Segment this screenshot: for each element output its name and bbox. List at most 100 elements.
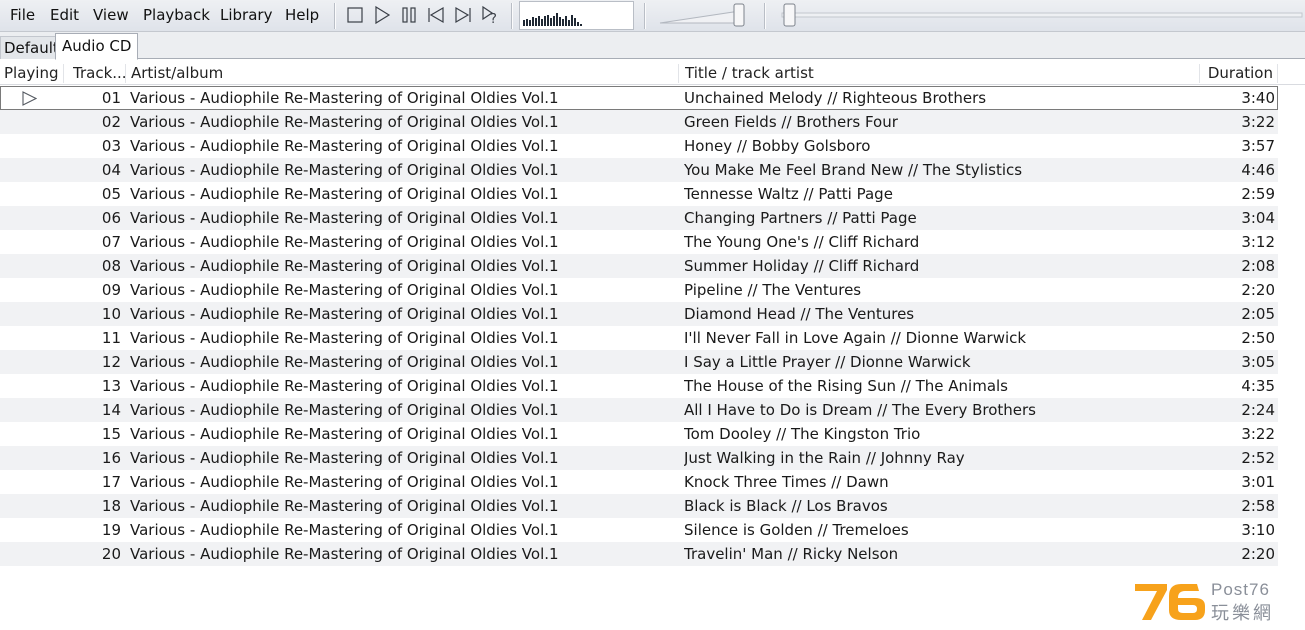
spectrum-bar (529, 20, 531, 26)
toolbar-separator (334, 3, 336, 29)
track-duration: 3:10 (1241, 521, 1275, 539)
track-title: Pipeline // The Ventures (684, 281, 862, 299)
playing-cell (0, 350, 64, 374)
artist-album: Various - Audiophile Re-Mastering of Ori… (130, 449, 559, 467)
spectrum-bar (562, 19, 564, 26)
watermark-digits (1135, 584, 1205, 620)
spectrum-bar (568, 20, 570, 26)
next-button[interactable] (453, 5, 473, 25)
header-track[interactable]: Track... (73, 62, 125, 85)
seek-thumb[interactable] (783, 3, 796, 27)
menu-view[interactable]: View (93, 5, 129, 25)
spectrum-bar (550, 18, 552, 26)
header-duration[interactable]: Duration (1200, 62, 1273, 85)
track-row[interactable]: 05 Various - Audiophile Re-Mastering of O… (0, 182, 1278, 206)
artist-album: Various - Audiophile Re-Mastering of Ori… (130, 521, 559, 539)
track-number: 15 (101, 425, 121, 443)
track-duration: 3:57 (1241, 137, 1275, 155)
spectrum-bar (571, 15, 573, 26)
next-icon (455, 6, 471, 24)
track-number: 12 (101, 353, 121, 371)
menu-playback[interactable]: Playback (143, 5, 210, 25)
artist-album: Various - Audiophile Re-Mastering of Ori… (130, 473, 559, 491)
header-title-track-artist[interactable]: Title / track artist (685, 62, 1185, 85)
artist-album: Various - Audiophile Re-Mastering of Ori… (130, 401, 559, 419)
artist-album: Various - Audiophile Re-Mastering of Ori… (130, 113, 559, 131)
track-row[interactable]: 18 Various - Audiophile Re-Mastering of O… (0, 494, 1278, 518)
playing-cell (0, 470, 64, 494)
track-number: 05 (101, 185, 121, 203)
track-row[interactable]: 14 Various - Audiophile Re-Mastering of O… (0, 398, 1278, 422)
spectrum-bar (535, 18, 537, 26)
track-title: I Say a Little Prayer // Dionne Warwick (684, 353, 971, 371)
spectrum-bar (547, 15, 549, 26)
header-playing[interactable]: Playing (4, 62, 62, 85)
tab-audio-cd[interactable]: Audio CD (55, 33, 139, 60)
playing-cell (0, 110, 64, 134)
seek-slider[interactable] (776, 3, 1305, 27)
menu-edit[interactable]: Edit (50, 5, 79, 25)
column-divider[interactable] (1277, 64, 1278, 83)
pause-button[interactable] (399, 5, 419, 25)
track-row[interactable]: 11 Various - Audiophile Re-Mastering of O… (0, 326, 1278, 350)
playing-cell (0, 542, 64, 566)
track-title: Diamond Head // The Ventures (684, 305, 915, 323)
spectrum-bar (538, 16, 540, 26)
header-artist-album[interactable]: Artist/album (131, 62, 671, 85)
track-row[interactable]: 13 Various - Audiophile Re-Mastering of O… (0, 374, 1278, 398)
track-row[interactable]: 06 Various - Audiophile Re-Mastering of O… (0, 206, 1278, 230)
spectrum-visualizer (519, 1, 634, 30)
menu-library[interactable]: Library (220, 5, 272, 25)
track-row[interactable]: 10 Various - Audiophile Re-Mastering of O… (0, 302, 1278, 326)
track-number: 19 (101, 521, 121, 539)
play-button[interactable] (372, 5, 392, 25)
playing-cell (0, 278, 64, 302)
tab-default[interactable]: Default (0, 36, 63, 59)
track-duration: 2:20 (1241, 545, 1275, 563)
track-row[interactable]: 01 Various - Audiophile Re-Mastering of O… (0, 86, 1278, 110)
spectrum-bar (577, 22, 579, 26)
track-row[interactable]: 09 Various - Audiophile Re-Mastering of O… (0, 278, 1278, 302)
volume-thumb[interactable] (733, 3, 745, 27)
column-divider[interactable] (63, 64, 64, 83)
track-row[interactable]: 03 Various - Audiophile Re-Mastering of O… (0, 134, 1278, 158)
playing-cell (0, 494, 64, 518)
track-row[interactable]: 02 Various - Audiophile Re-Mastering of O… (0, 110, 1278, 134)
track-duration: 3:01 (1241, 473, 1275, 491)
spectrum-bar (553, 16, 555, 26)
menu-help[interactable]: Help (285, 5, 319, 25)
column-divider[interactable] (125, 64, 126, 83)
random-icon: ? (482, 5, 497, 25)
track-title: Changing Partners // Patti Page (684, 209, 917, 227)
volume-track (659, 3, 745, 27)
track-row[interactable]: 08 Various - Audiophile Re-Mastering of O… (0, 254, 1278, 278)
track-row[interactable]: 12 Various - Audiophile Re-Mastering of O… (0, 350, 1278, 374)
track-row[interactable]: 04 Various - Audiophile Re-Mastering of O… (0, 158, 1278, 182)
menu-file[interactable]: File (10, 5, 35, 25)
track-title: Tennesse Waltz // Patti Page (684, 185, 893, 203)
volume-slider[interactable] (658, 3, 750, 27)
track-number: 04 (101, 161, 121, 179)
track-row[interactable]: 16 Various - Audiophile Re-Mastering of O… (0, 446, 1278, 470)
track-row[interactable]: 07 Various - Audiophile Re-Mastering of O… (0, 230, 1278, 254)
track-number: 18 (101, 497, 121, 515)
stop-button[interactable] (345, 5, 365, 25)
previous-button[interactable] (426, 5, 446, 25)
track-row[interactable]: 20 Various - Audiophile Re-Mastering of O… (0, 542, 1278, 566)
playing-cell (0, 374, 64, 398)
track-number: 02 (101, 113, 121, 131)
track-title: Tom Dooley // The Kingston Trio (684, 425, 921, 443)
column-divider[interactable] (678, 64, 679, 83)
track-row[interactable]: 15 Various - Audiophile Re-Mastering of O… (0, 422, 1278, 446)
artist-album: Various - Audiophile Re-Mastering of Ori… (130, 329, 559, 347)
playlist-tabs: Default Audio CD (0, 32, 1305, 60)
track-number: 03 (101, 137, 121, 155)
track-row[interactable]: 19 Various - Audiophile Re-Mastering of O… (0, 518, 1278, 542)
playing-cell (0, 230, 64, 254)
track-duration: 2:24 (1241, 401, 1275, 419)
playing-cell (0, 422, 64, 446)
track-duration: 3:12 (1241, 233, 1275, 251)
pause-icon (402, 7, 416, 23)
random-button[interactable]: ? (480, 5, 500, 25)
track-row[interactable]: 17 Various - Audiophile Re-Mastering of O… (0, 470, 1278, 494)
